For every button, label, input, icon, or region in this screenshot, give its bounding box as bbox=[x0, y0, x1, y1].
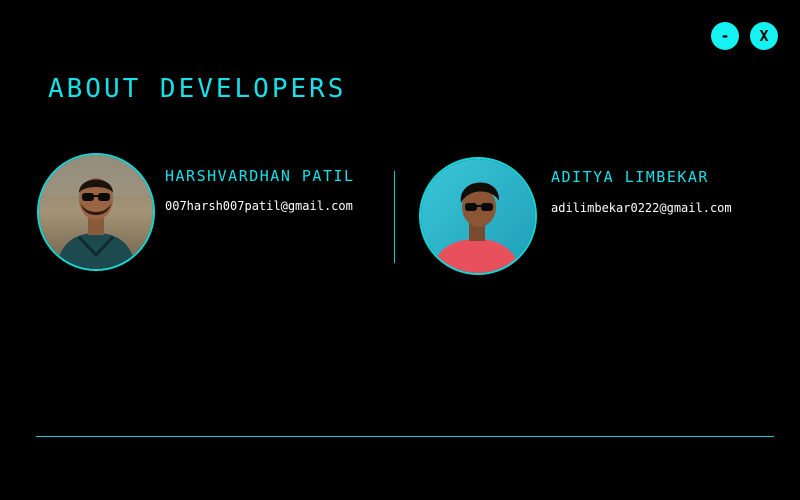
developer-name: ADITYA LIMBEKAR bbox=[551, 168, 709, 186]
developer-email: adilimbekar0222@gmail.com bbox=[551, 201, 732, 215]
minimize-button[interactable]: - bbox=[711, 22, 739, 50]
page-title: ABOUT DEVELOPERS bbox=[48, 74, 347, 104]
close-button[interactable]: X bbox=[750, 22, 778, 50]
horizontal-divider bbox=[36, 436, 774, 437]
developer-avatar bbox=[419, 157, 537, 275]
vertical-divider bbox=[394, 171, 395, 263]
developer-email: 007harsh007patil@gmail.com bbox=[165, 199, 353, 213]
developer-name: HARSHVARDHAN PATIL bbox=[165, 167, 355, 185]
developer-avatar bbox=[37, 153, 155, 271]
